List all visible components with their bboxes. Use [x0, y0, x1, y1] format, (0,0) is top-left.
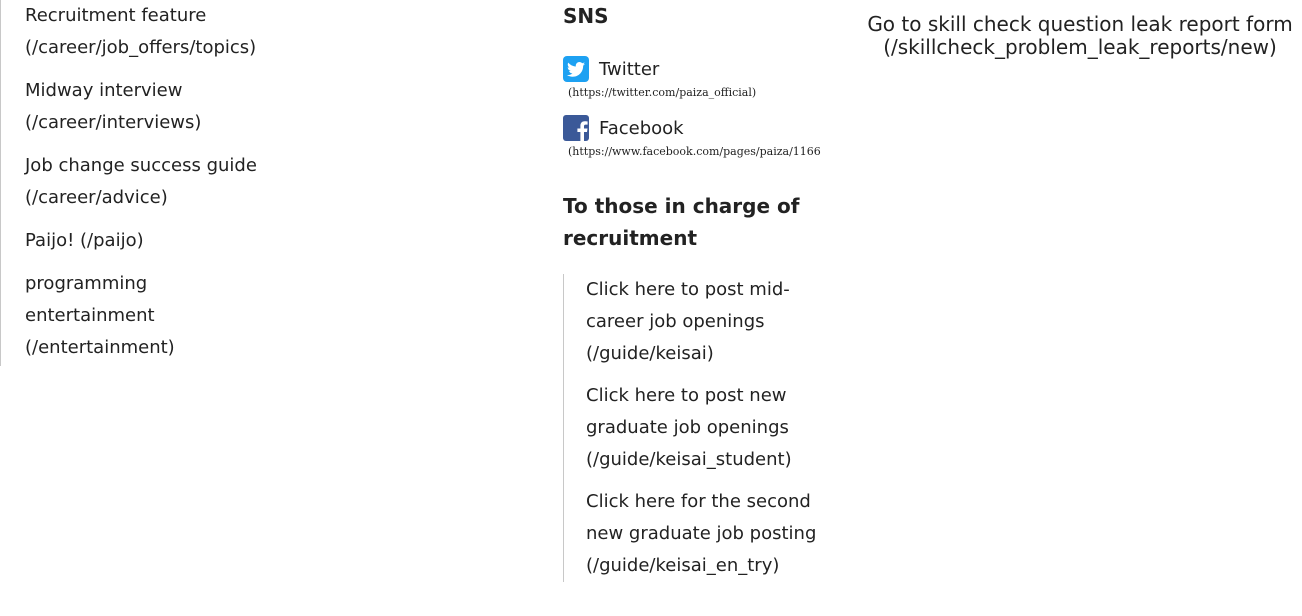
link-path: (/career/advice): [25, 187, 168, 208]
link-path: (/career/interviews): [25, 112, 202, 133]
link-path: (/career/job_offers/topics): [25, 37, 257, 58]
leak-report-path: (/skillcheck_problem_leak_reports/new): [883, 35, 1277, 59]
twitter-link[interactable]: Twitter: [563, 54, 855, 84]
link-label: programming entertainment: [25, 273, 155, 326]
link-label: Recruitment feature: [25, 5, 207, 26]
twitter-block: Twitter (https://twitter.com/paiza_offic…: [563, 54, 855, 99]
sns-heading: SNS: [563, 4, 609, 28]
recruitment-heading: To those in charge of recruitment: [563, 194, 800, 250]
link-label: Click here for the second new graduate j…: [586, 491, 817, 544]
twitter-url: (https://twitter.com/paiza_official): [568, 86, 757, 99]
facebook-block: Facebook (https://www.facebook.com/pages…: [563, 113, 855, 158]
twitter-icon: [563, 56, 589, 82]
link-new-graduate-posting[interactable]: Click here to post new graduate job open…: [586, 380, 801, 476]
facebook-link[interactable]: Facebook: [563, 113, 855, 143]
recruitment-link-list: Click here to post mid-career job openin…: [563, 274, 855, 582]
link-label: Midway interview: [25, 80, 183, 101]
link-recruitment-feature[interactable]: Recruitment feature (/career/job_offers/…: [1, 0, 301, 64]
leak-report-link[interactable]: Go to skill check question leak report f…: [858, 13, 1302, 59]
link-mid-career-posting[interactable]: Click here to post mid-career job openin…: [586, 274, 801, 370]
link-midway-interview[interactable]: Midway interview (/career/interviews): [1, 75, 301, 139]
link-second-new-graduate-posting[interactable]: Click here for the second new graduate j…: [586, 486, 826, 582]
left-link-list: Recruitment feature (/career/job_offers/…: [0, 0, 301, 366]
link-path: (/entertainment): [25, 337, 175, 358]
facebook-label: Facebook: [599, 117, 684, 139]
facebook-icon: [563, 115, 589, 141]
link-path: (/guide/keisai_student): [586, 449, 792, 470]
link-label: Click here to post new graduate job open…: [586, 385, 789, 438]
link-label: Click here to post mid-career job openin…: [586, 279, 790, 332]
link-label: Paijo! (/paijo): [25, 230, 144, 251]
link-job-change-guide[interactable]: Job change success guide (/career/advice…: [1, 150, 301, 214]
link-path: (/guide/keisai): [586, 343, 714, 364]
middle-column: SNS Twitter (https://twitter.com/paiza_o…: [563, 0, 855, 616]
link-label: Job change success guide: [25, 155, 257, 176]
twitter-label: Twitter: [599, 58, 660, 80]
link-path: (/guide/keisai_en_try): [586, 555, 780, 576]
link-paijo[interactable]: Paijo! (/paijo): [1, 225, 301, 257]
leak-report-label: Go to skill check question leak report f…: [867, 12, 1293, 36]
facebook-url: (https://www.facebook.com/pages/paiza/11…: [568, 145, 821, 158]
link-programming-entertainment[interactable]: programming entertainment (/entertainmen…: [1, 268, 175, 364]
